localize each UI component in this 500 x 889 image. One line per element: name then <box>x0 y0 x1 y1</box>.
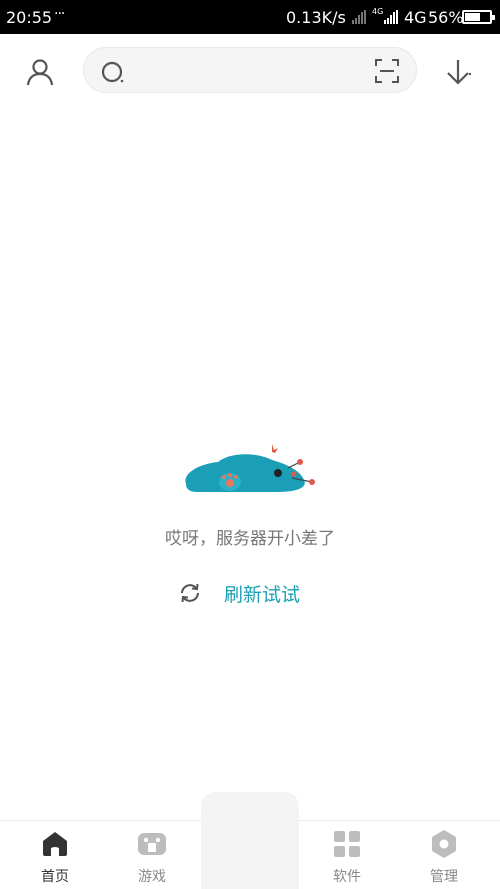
network-speed: 0.13K/s <box>286 8 346 27</box>
error-message: 哎呀，服务器开小差了 <box>165 529 335 549</box>
refresh-icon <box>176 579 204 607</box>
nav-item-games[interactable]: 游戏 <box>117 828 187 886</box>
center-nav-button[interactable] <box>201 792 299 889</box>
hexagon-icon <box>432 830 456 858</box>
battery-percent: 56% <box>428 8 464 27</box>
search-icon <box>101 61 124 83</box>
signal-icon <box>352 10 366 24</box>
user-icon <box>26 59 54 86</box>
nav-item-home[interactable]: 首页 <box>20 828 90 886</box>
retry-label[interactable]: 刷新试试 <box>224 580 300 607</box>
sleeping-creature-illustration <box>185 444 315 492</box>
nav-label: 软件 <box>333 869 361 885</box>
user-button[interactable] <box>20 52 60 92</box>
download-icon <box>447 60 472 85</box>
signal-icon <box>384 10 398 24</box>
app-screen: 20:55 ··· 0.13K/s 4G 4G 56% 哎呀，服务器开小差了 刷… <box>0 0 500 889</box>
notification-dots: ··· <box>54 6 65 22</box>
nav-label: 管理 <box>430 869 458 885</box>
apps-grid-icon <box>334 831 360 857</box>
status-time: 20:55 <box>6 8 53 27</box>
home-icon <box>43 832 67 856</box>
download-button[interactable] <box>440 54 476 90</box>
scan-icon[interactable] <box>374 58 400 84</box>
search-bar[interactable] <box>83 47 417 93</box>
nav-label: 游戏 <box>138 869 166 885</box>
nav-label: 首页 <box>41 869 69 885</box>
nav-item-manage[interactable]: 管理 <box>409 828 479 886</box>
retry-button[interactable]: 刷新试试 <box>176 578 300 608</box>
gamepad-icon <box>138 833 166 855</box>
nav-item-software[interactable]: 软件 <box>312 828 382 886</box>
sim1-tag: 4G <box>372 7 384 16</box>
top-bar <box>0 34 500 106</box>
battery-icon <box>462 10 495 24</box>
network-type: 4G <box>404 8 427 27</box>
status-bar: 20:55 ··· 0.13K/s 4G 4G 56% <box>0 0 500 34</box>
